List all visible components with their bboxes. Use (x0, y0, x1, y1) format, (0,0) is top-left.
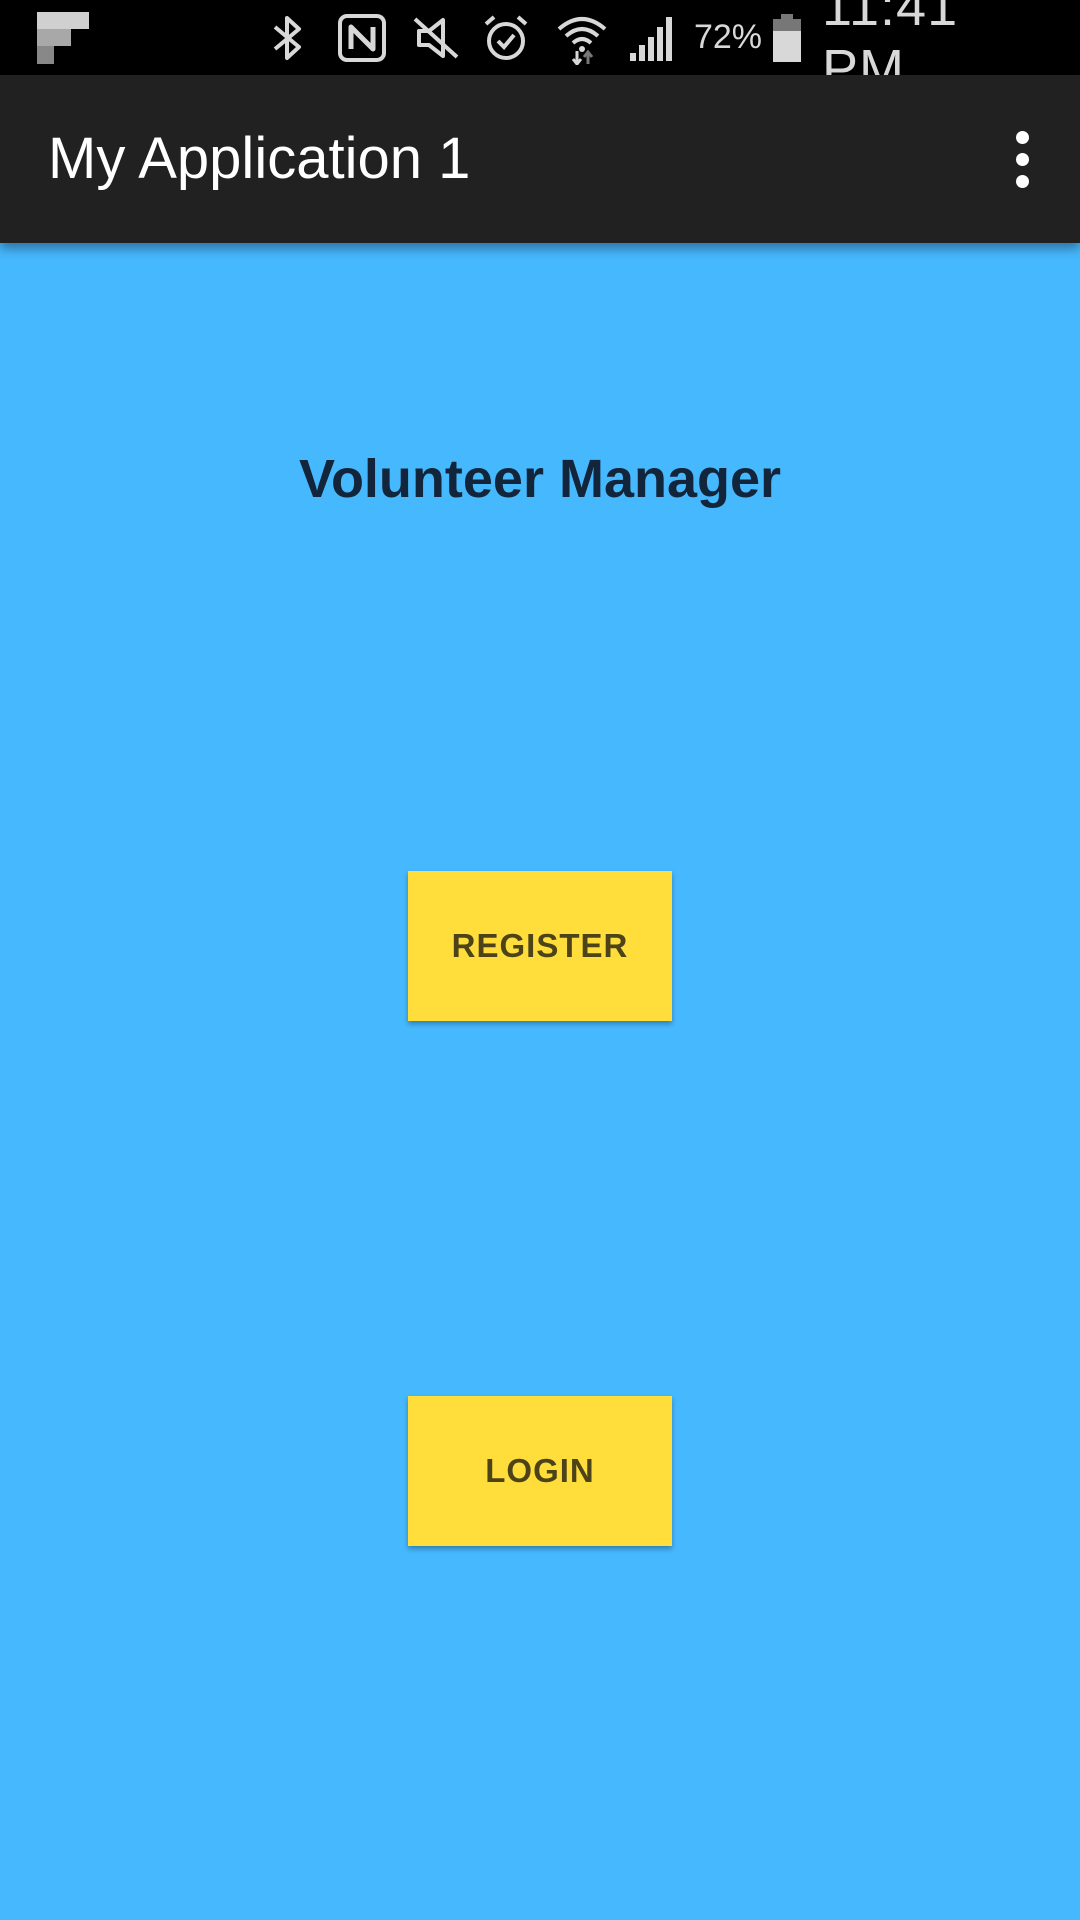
mute-icon (410, 0, 462, 75)
app-bar: My Application 1 (0, 75, 1080, 243)
status-bar: 72% 11:41 PM (0, 0, 1080, 99)
flipboard-icon (36, 0, 90, 75)
nfc-icon (336, 0, 388, 75)
page-title: Volunteer Manager (298, 449, 782, 509)
register-button[interactable]: REGISTER (408, 871, 672, 1021)
bluetooth-icon (268, 0, 308, 75)
alarm-icon (480, 0, 532, 75)
battery-icon (770, 0, 804, 75)
login-button[interactable]: LOGIN (408, 1396, 672, 1546)
wifi-icon (554, 0, 610, 75)
signal-icon (626, 0, 680, 75)
more-vert-icon[interactable] (992, 119, 1052, 199)
app-title: My Application 1 (48, 126, 471, 191)
main-content: Volunteer Manager REGISTER LOGIN (0, 243, 1080, 1920)
battery-percent: 72% (693, 18, 763, 56)
